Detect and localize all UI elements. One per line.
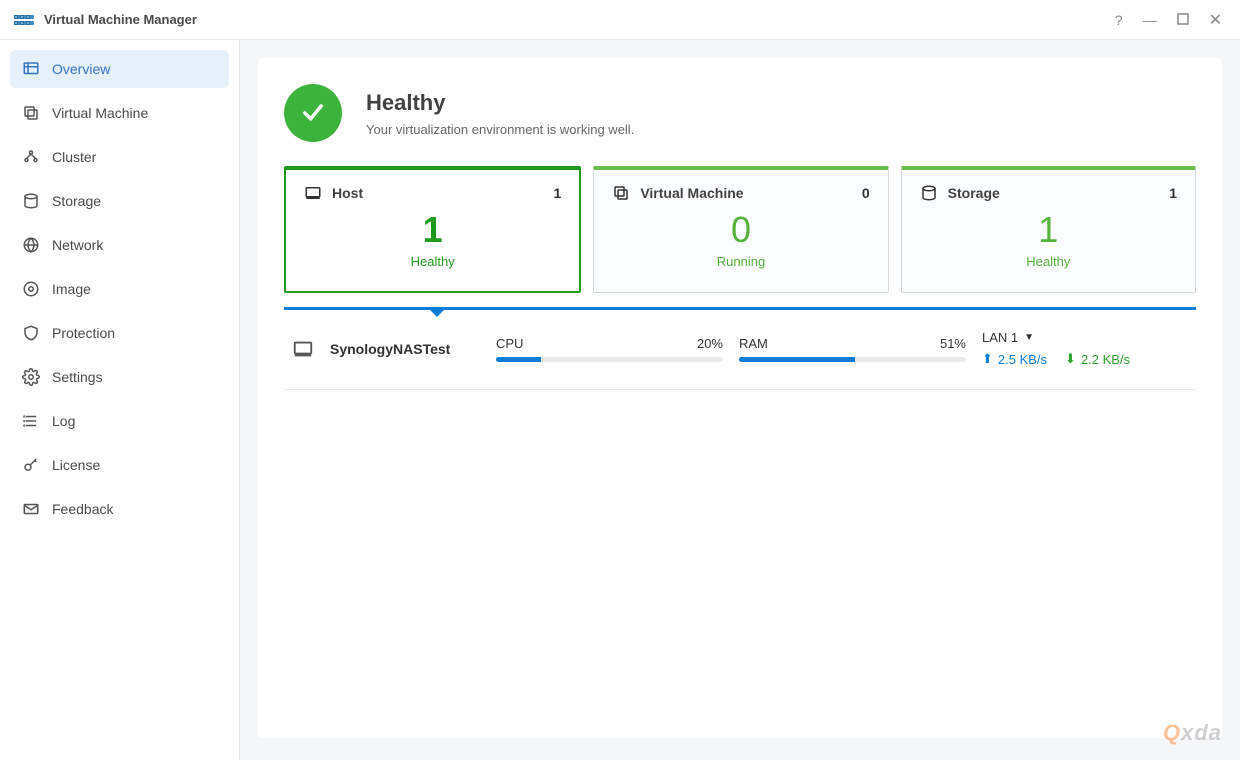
active-tab-indicator xyxy=(284,307,1196,310)
app-logo-icon xyxy=(14,10,34,30)
download-rate: ⬇ 2.2 KB/s xyxy=(1065,351,1130,367)
card-status: Healthy xyxy=(304,254,561,269)
card-name: Host xyxy=(332,185,363,201)
host-name: SynologyNASTest xyxy=(330,341,480,357)
sidebar-item-license[interactable]: License xyxy=(10,446,229,484)
content-area: Healthy Your virtualization environment … xyxy=(240,40,1240,760)
health-subtitle: Your virtualization environment is worki… xyxy=(366,122,634,137)
sidebar-item-label: Log xyxy=(52,413,75,429)
titlebar: Virtual Machine Manager ? — ✕ xyxy=(0,0,1240,40)
sidebar-item-label: Image xyxy=(52,281,91,297)
sidebar-item-log[interactable]: Log xyxy=(10,402,229,440)
card-status: Running xyxy=(612,254,869,269)
sidebar-item-label: Overview xyxy=(52,61,110,77)
envelope-icon xyxy=(22,500,40,518)
vm-icon xyxy=(22,104,40,122)
log-icon xyxy=(22,412,40,430)
lan-selector[interactable]: LAN 1 ▼ xyxy=(982,330,1188,345)
monitor-icon xyxy=(304,184,322,202)
lan-label: LAN 1 xyxy=(982,330,1018,345)
card-big-number: 1 xyxy=(920,212,1177,248)
sidebar-item-label: Settings xyxy=(52,369,103,385)
sidebar-item-overview[interactable]: Overview xyxy=(10,50,229,88)
upload-rate: ⬆ 2.5 KB/s xyxy=(982,351,1047,367)
help-icon[interactable]: ? xyxy=(1115,12,1123,28)
ram-percent: 51% xyxy=(940,336,966,351)
upload-icon: ⬆ xyxy=(982,351,993,367)
sidebar-item-label: Cluster xyxy=(52,149,96,165)
shield-icon xyxy=(22,324,40,342)
card-count: 1 xyxy=(1169,185,1177,201)
summary-cards: Host 1 1 Healthy Virtual Machine 0 xyxy=(284,166,1196,293)
cluster-icon xyxy=(22,148,40,166)
ram-bar-fill xyxy=(739,357,855,362)
vm-icon xyxy=(612,184,630,202)
cpu-metric: CPU 20% xyxy=(496,336,723,362)
watermark: Qxda xyxy=(1163,720,1222,746)
image-icon xyxy=(22,280,40,298)
sidebar-item-label: Virtual Machine xyxy=(52,105,148,121)
minimize-icon[interactable]: — xyxy=(1143,12,1157,28)
card-big-number: 1 xyxy=(304,212,561,248)
sidebar-item-label: Storage xyxy=(52,193,101,209)
storage-icon xyxy=(22,192,40,210)
download-icon: ⬇ xyxy=(1065,351,1076,367)
ram-bar xyxy=(739,357,966,362)
sidebar-item-label: Network xyxy=(52,237,103,253)
storage-icon xyxy=(920,184,938,202)
card-big-number: 0 xyxy=(612,212,869,248)
sidebar-item-settings[interactable]: Settings xyxy=(10,358,229,396)
card-count: 1 xyxy=(554,185,562,201)
health-title: Healthy xyxy=(366,90,634,116)
ram-metric: RAM 51% xyxy=(739,336,966,362)
host-row[interactable]: SynologyNASTest CPU 20% RAM 51% xyxy=(284,310,1196,390)
maximize-icon[interactable] xyxy=(1177,12,1189,28)
lan-metric: LAN 1 ▼ ⬆ 2.5 KB/s ⬇ 2.2 KB/s xyxy=(982,330,1188,367)
sidebar-item-label: License xyxy=(52,457,100,473)
chevron-down-icon: ▼ xyxy=(1024,332,1034,343)
key-icon xyxy=(22,456,40,474)
sidebar: Overview Virtual Machine Cluster Storage… xyxy=(0,40,240,760)
sidebar-item-label: Protection xyxy=(52,325,115,341)
card-status: Healthy xyxy=(920,254,1177,269)
sidebar-item-cluster[interactable]: Cluster xyxy=(10,138,229,176)
card-name: Virtual Machine xyxy=(640,185,743,201)
check-circle-icon xyxy=(284,84,342,142)
window-title: Virtual Machine Manager xyxy=(44,12,197,27)
close-icon[interactable]: ✕ xyxy=(1209,10,1222,30)
cpu-bar-fill xyxy=(496,357,541,362)
card-host[interactable]: Host 1 1 Healthy xyxy=(284,166,581,293)
cpu-label: CPU xyxy=(496,336,523,351)
sidebar-item-protection[interactable]: Protection xyxy=(10,314,229,352)
card-virtual-machine[interactable]: Virtual Machine 0 0 Running xyxy=(593,166,888,293)
sidebar-item-feedback[interactable]: Feedback xyxy=(10,490,229,528)
window-buttons: ? — ✕ xyxy=(1115,10,1222,30)
ram-label: RAM xyxy=(739,336,768,351)
network-icon xyxy=(22,236,40,254)
card-storage[interactable]: Storage 1 1 Healthy xyxy=(901,166,1196,293)
card-count: 0 xyxy=(862,185,870,201)
monitor-icon xyxy=(292,338,314,360)
cpu-percent: 20% xyxy=(697,336,723,351)
overview-panel: Healthy Your virtualization environment … xyxy=(258,58,1222,738)
sidebar-item-network[interactable]: Network xyxy=(10,226,229,264)
sidebar-item-storage[interactable]: Storage xyxy=(10,182,229,220)
card-name: Storage xyxy=(948,185,1000,201)
sidebar-item-label: Feedback xyxy=(52,501,113,517)
cpu-bar xyxy=(496,357,723,362)
sidebar-item-virtual-machine[interactable]: Virtual Machine xyxy=(10,94,229,132)
gear-icon xyxy=(22,368,40,386)
overview-icon xyxy=(22,60,40,78)
health-status: Healthy Your virtualization environment … xyxy=(284,84,1196,142)
sidebar-item-image[interactable]: Image xyxy=(10,270,229,308)
